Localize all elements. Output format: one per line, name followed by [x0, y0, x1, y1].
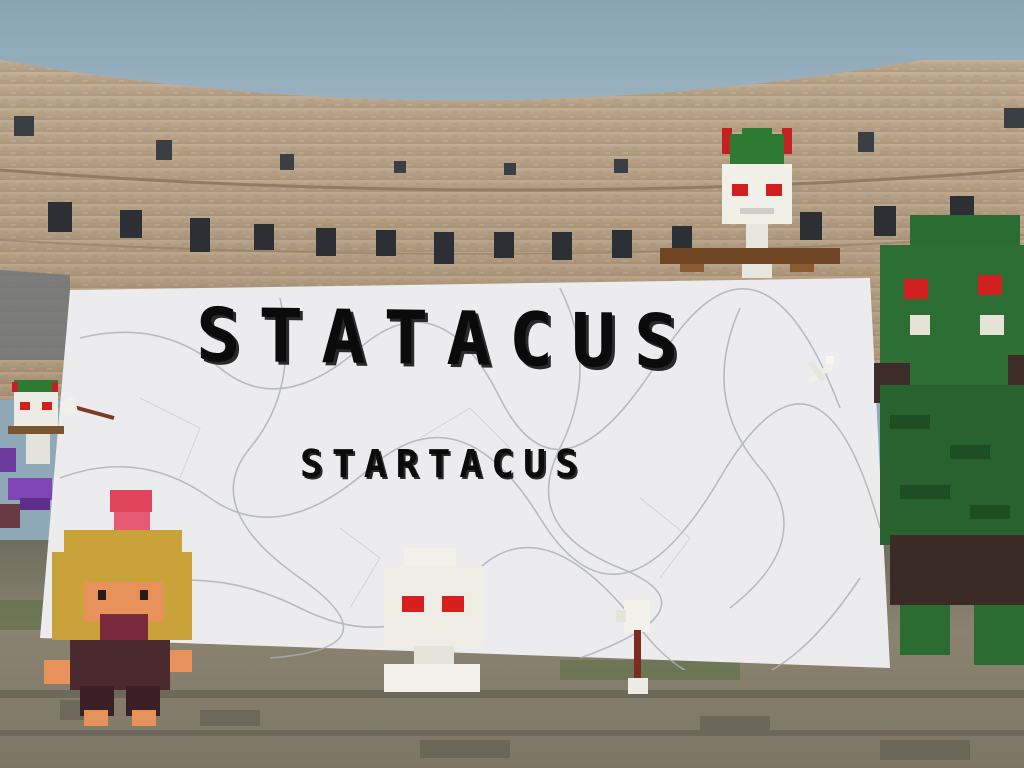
game-subtitle: STARTACUS [300, 442, 587, 486]
green-ogre-icon [874, 215, 1024, 665]
flying-arrow-icon [806, 356, 836, 385]
skeleton-skull-icon [384, 548, 484, 692]
torch-arrow-icon [616, 600, 650, 694]
game-title: STATACUS [196, 292, 697, 386]
skeleton-general-icon [660, 128, 840, 278]
gladiator-player-icon [44, 490, 192, 726]
arrow-icon [60, 396, 115, 420]
game-scene: STATACUS STARTACUS [0, 0, 1024, 768]
